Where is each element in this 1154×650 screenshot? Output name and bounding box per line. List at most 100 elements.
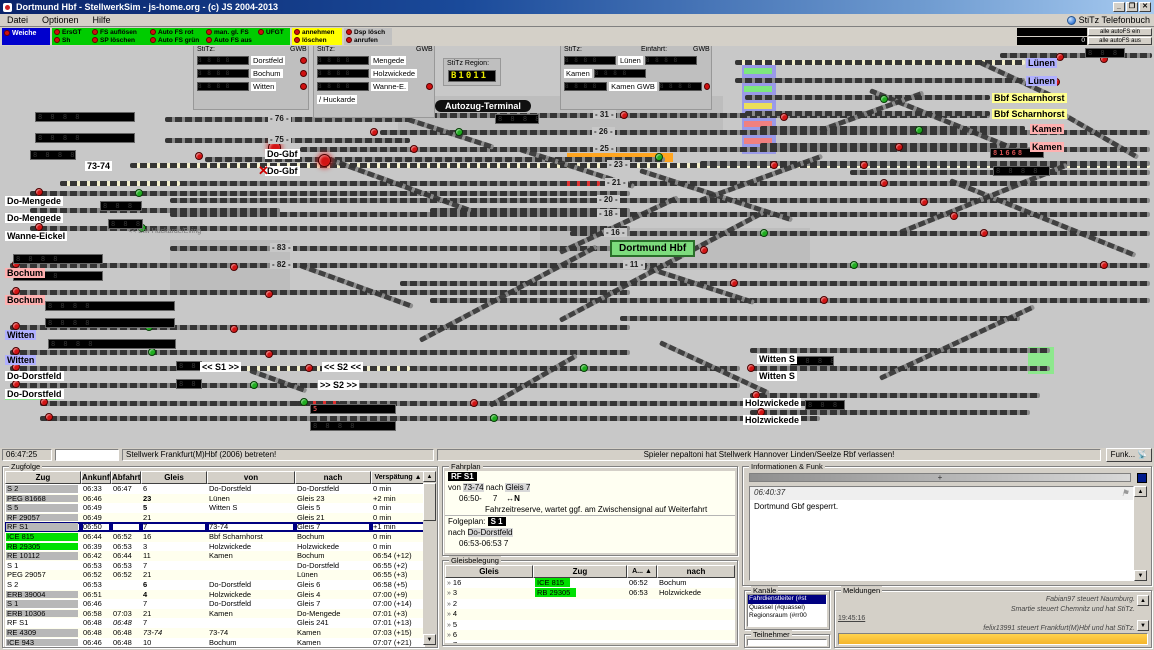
train-row[interactable]: S 2 06:53 6 Do-Dorstfeld Gleis 6 06:58 (+5) — [5, 580, 425, 590]
signal-red[interactable] — [35, 223, 43, 231]
column-header[interactable]: nach — [657, 565, 735, 578]
track-segment[interactable] — [400, 281, 1150, 286]
signal-red[interactable] — [35, 188, 43, 196]
signal-red[interactable] — [12, 380, 20, 388]
minimize-button[interactable]: _ — [1113, 2, 1125, 12]
alle-autofs-aus-button[interactable]: alle autoFS aus — [1088, 37, 1152, 45]
signal-red[interactable] — [780, 113, 788, 121]
dsp-button[interactable]: anrufen — [344, 36, 392, 44]
signal-red[interactable] — [730, 279, 738, 287]
scroll-up-icon[interactable]: ▲ — [1134, 486, 1147, 497]
train-row[interactable]: ERB 10306 06:58 07:03 21 Kamen Do-Mengede 07:0… — [5, 608, 425, 619]
gwb-lamp-icon[interactable] — [426, 82, 433, 90]
menu-optionen[interactable]: Optionen — [35, 15, 86, 25]
column-header[interactable]: Zug — [533, 565, 627, 578]
signal-red[interactable] — [880, 179, 888, 187]
folge-train-badge[interactable]: S 1 — [487, 517, 506, 526]
channel-item[interactable]: Regionsraum (#rr00 — [748, 612, 826, 621]
close-button[interactable]: ✕ — [1139, 2, 1151, 12]
signal-red[interactable] — [230, 325, 238, 333]
channel-item[interactable]: Quassel (#quassel) — [748, 604, 826, 613]
call-button[interactable]: annehmen — [292, 28, 342, 36]
menu-datei[interactable]: Datei — [0, 15, 35, 25]
column-header[interactable]: Verspätung ▲ — [371, 471, 425, 484]
track-diagonal[interactable] — [949, 178, 1137, 258]
signal-green[interactable] — [148, 348, 156, 356]
track-segment[interactable] — [1000, 53, 1152, 58]
signal-red[interactable] — [860, 161, 868, 169]
zugfolge-table[interactable]: Zug Ankunft Abfahrt Gleis von nach Verspätung … — [5, 471, 425, 647]
zugfolge-scrollbar[interactable]: ▲ ▼ — [423, 471, 436, 645]
track-segment[interactable] — [30, 191, 630, 196]
train-row[interactable]: PEG 29057 06:52 06:52 21 Lünen 06:55 (+3) — [5, 570, 425, 580]
gleis-row[interactable]: » 16 ICE 815 06:52 Bochum — [445, 578, 735, 588]
track-segment[interactable] — [430, 298, 1150, 303]
track-icon[interactable]: » — [447, 622, 453, 629]
train-row[interactable]: S 1 06:53 06:53 7 Do-Dorstfeld 06:55 (+2) — [5, 561, 425, 571]
track-segment[interactable] — [700, 161, 1150, 166]
train-row[interactable]: ICE 943 06:46 06:48 10 Bochum Kamen 07:07 (+21… — [5, 638, 425, 648]
scroll-down-icon[interactable]: ▼ — [1134, 570, 1147, 581]
signal-green[interactable] — [580, 364, 588, 372]
signal-red[interactable] — [950, 212, 958, 220]
track-segment[interactable] — [620, 316, 1020, 321]
signal-red[interactable] — [620, 111, 628, 119]
track-diagram[interactable]: 8 8 8 88 8 8 88 8 8 88 8 8 88 8 8 88 8 8… — [0, 46, 1154, 448]
track-segment[interactable] — [760, 143, 1028, 148]
signal-green[interactable] — [915, 126, 923, 134]
funk-slider[interactable]: + — [749, 473, 1131, 482]
signal-green[interactable] — [135, 189, 143, 197]
track-icon[interactable]: » — [447, 590, 453, 597]
signal-green[interactable] — [455, 128, 463, 136]
fahrplan-to[interactable]: Gleis 7 — [505, 483, 531, 492]
track-icon[interactable]: » — [447, 632, 453, 639]
funk-channel-button[interactable] — [1137, 473, 1147, 483]
signal-red[interactable] — [410, 145, 418, 153]
track-segment[interactable] — [735, 78, 1025, 83]
column-header[interactable]: Gleis — [141, 471, 207, 484]
track-diagonal[interactable] — [249, 368, 308, 394]
track-diagonal[interactable] — [488, 353, 578, 408]
train-row[interactable]: S 1 06:46 7 Do-Dorstfeld Gleis 7 07:00 (+14) — [5, 599, 425, 609]
gleis-row[interactable]: » 2 — [445, 599, 735, 609]
track-diagonal[interactable] — [1058, 110, 1140, 160]
signal-red[interactable] — [470, 399, 478, 407]
train-row[interactable]: RF S1 06:50 7 73-74 Gleis 7 +1 min — [5, 522, 425, 532]
signal-red[interactable] — [265, 290, 273, 298]
gleis-row[interactable]: » 6 — [445, 629, 735, 641]
signal-red[interactable] — [45, 413, 53, 421]
track-segment[interactable] — [170, 212, 1150, 217]
track-icon[interactable]: » — [447, 580, 453, 587]
title-bar[interactable]: Dortmund Hbf - StellwerkSim - js-home.or… — [0, 0, 1154, 14]
signal-red[interactable] — [12, 287, 20, 295]
stitz-telefonbuch-button[interactable]: StiTz Telefonbuch — [1066, 15, 1154, 25]
train-tag[interactable]: ICE 815 — [535, 578, 571, 587]
fahrplan-from[interactable]: 73-74 — [463, 483, 484, 492]
gwb-lamp-icon[interactable] — [703, 82, 710, 90]
signal-red[interactable] — [12, 347, 20, 355]
gleis-row[interactable]: » 3 RB 29305 06:53 Holzwickede — [445, 588, 735, 599]
signal-green[interactable] — [490, 414, 498, 422]
train-row[interactable]: ICE 815 06:44 06:52 16 Bbf Scharnhorst Bochum… — [5, 531, 425, 542]
signal-green[interactable] — [880, 95, 888, 103]
signal-red[interactable] — [318, 154, 331, 167]
train-row[interactable]: PEG 81668 06:46 23 Lünen Gleis 23 +2 min — [5, 493, 425, 504]
fs-button[interactable]: Auto FS aus — [204, 36, 256, 44]
track-icon[interactable]: » — [447, 642, 453, 643]
gleisbelegung-table[interactable]: Gleis Zug A... ▲ nach» 16 ICE 815 06:52 Bochum»… — [445, 565, 735, 643]
fs-button[interactable]: FS auflösen — [90, 28, 148, 36]
gwb-lamp-icon[interactable] — [300, 82, 307, 90]
track-segment[interactable] — [760, 126, 1025, 131]
track-segment[interactable] — [570, 231, 1150, 236]
track-segment[interactable] — [40, 416, 820, 421]
fs-button[interactable]: UFGT — [256, 28, 288, 36]
column-header[interactable]: nach — [295, 471, 371, 484]
signal-green[interactable] — [300, 398, 308, 406]
signal-red[interactable] — [1056, 53, 1064, 61]
chat-input[interactable] — [838, 633, 1148, 645]
kanaele-list[interactable]: Fahrdienstleiter (#st Quassel (#quassel) R… — [747, 594, 827, 627]
track-segment[interactable] — [10, 350, 630, 355]
signal-red[interactable] — [820, 296, 828, 304]
train-row[interactable]: RB 29305 06:39 06:53 3 Holzwickede Holzwicked… — [5, 542, 425, 552]
fs-button[interactable]: Sh — [52, 36, 90, 44]
